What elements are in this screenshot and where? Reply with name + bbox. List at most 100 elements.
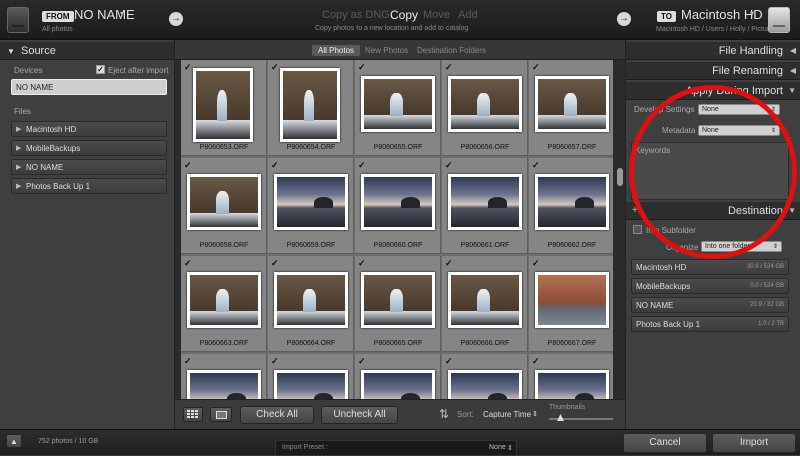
photo-checkbox[interactable]: ✓: [184, 356, 192, 367]
photo-cell[interactable]: ✓ P8060665.ORF: [355, 256, 441, 352]
photo-checkbox[interactable]: ✓: [358, 258, 366, 269]
import-button[interactable]: Import: [712, 433, 796, 453]
source-drive-icon[interactable]: [7, 7, 29, 33]
photo-cell[interactable]: ✓ P8060656.ORF: [442, 60, 528, 156]
photo-thumbnail[interactable]: [448, 272, 522, 328]
grid-view-icon[interactable]: [183, 407, 203, 422]
destination-header[interactable]: +. Destination ▼: [626, 202, 800, 220]
photo-thumbnail[interactable]: [535, 272, 609, 328]
mode-copy[interactable]: Copy: [390, 8, 418, 22]
photo-thumbnail[interactable]: [187, 174, 261, 230]
source-name[interactable]: NO NAME: [74, 7, 135, 22]
photo-cell[interactable]: ✓ P8060666.ORF: [442, 256, 528, 352]
apply-during-import-header[interactable]: Apply During Import ▼: [626, 82, 800, 100]
photo-checkbox[interactable]: ✓: [184, 258, 192, 269]
mode-move[interactable]: Move: [423, 9, 450, 21]
mode-copy-dng[interactable]: Copy as DNG: [322, 9, 390, 21]
photo-checkbox[interactable]: ✓: [532, 356, 540, 367]
photo-thumbnail[interactable]: [274, 174, 348, 230]
photo-thumbnail[interactable]: [535, 174, 609, 230]
destination-item[interactable]: NO NAME 20.9 / 32 GB: [631, 297, 789, 313]
destination-item[interactable]: Photos Back Up 1 1.0 / 2 TB: [631, 316, 789, 332]
photo-checkbox[interactable]: ✓: [532, 160, 540, 171]
file-item-macintosh-hd[interactable]: ▶ Macintosh HD: [11, 121, 167, 137]
file-item-mobilebackups[interactable]: ▶ MobileBackups: [11, 140, 167, 156]
photo-thumbnail[interactable]: [187, 272, 261, 328]
sort-dropdown-icon[interactable]: ⇕: [532, 410, 538, 418]
destination-item[interactable]: MobileBackups 0.0 / 524 GB: [631, 278, 789, 294]
photo-thumbnail[interactable]: [448, 76, 522, 132]
source-dropdown-icon[interactable]: ▾: [120, 9, 124, 18]
file-handling-header[interactable]: File Handling ◀: [626, 42, 800, 60]
photo-cell[interactable]: ✓ P8060659.ORF: [268, 158, 354, 254]
sort-select[interactable]: Capture Time: [483, 410, 531, 419]
check-all-button[interactable]: Check All: [240, 406, 314, 424]
develop-settings-select[interactable]: None ⇕: [698, 104, 780, 115]
photo-thumbnail[interactable]: [274, 272, 348, 328]
add-folder-icon[interactable]: +.: [632, 202, 641, 220]
photo-thumbnail[interactable]: [448, 370, 522, 399]
photo-thumbnail[interactable]: [361, 370, 435, 399]
source-panel-header[interactable]: ▼ Source: [0, 42, 174, 60]
photo-cell[interactable]: ✓ P8060653.ORF: [181, 60, 267, 156]
photo-cell[interactable]: ✓ P8060667.ORF: [529, 256, 613, 352]
collapse-up-icon[interactable]: ▲: [6, 434, 22, 448]
tab-new-photos[interactable]: New Photos: [359, 45, 414, 56]
photo-checkbox[interactable]: ✓: [358, 356, 366, 367]
sort-az-icon[interactable]: ⇅: [439, 407, 449, 421]
destination-drive-icon[interactable]: [768, 7, 790, 33]
photo-cell[interactable]: ✓: [529, 354, 613, 399]
organize-select[interactable]: Into one folder ⇕: [701, 241, 782, 252]
file-item-no-name[interactable]: ▶ NO NAME: [11, 159, 167, 175]
photo-checkbox[interactable]: ✓: [445, 356, 453, 367]
photo-cell[interactable]: ✓ P8060658.ORF: [181, 158, 267, 254]
photo-cell[interactable]: ✓: [442, 354, 528, 399]
keywords-field[interactable]: Keywords: [631, 142, 789, 200]
device-no-name[interactable]: NO NAME: [11, 79, 167, 95]
photo-cell[interactable]: ✓ P8060655.ORF: [355, 60, 441, 156]
photo-thumbnail[interactable]: [535, 76, 609, 132]
photo-thumbnail[interactable]: [193, 68, 253, 142]
photo-checkbox[interactable]: ✓: [445, 160, 453, 171]
photo-cell[interactable]: ✓: [268, 354, 354, 399]
photo-cell[interactable]: ✓ P8060663.ORF: [181, 256, 267, 352]
loupe-view-icon[interactable]: [210, 407, 232, 422]
photo-cell[interactable]: ✓: [355, 354, 441, 399]
photo-checkbox[interactable]: ✓: [532, 258, 540, 269]
uncheck-all-button[interactable]: Uncheck All: [321, 406, 398, 424]
eject-checkbox[interactable]: ✓: [96, 65, 105, 74]
mode-add[interactable]: Add: [458, 9, 478, 21]
photo-thumbnail[interactable]: [274, 370, 348, 399]
file-item-photos-back-up-1[interactable]: ▶ Photos Back Up 1: [11, 178, 167, 194]
photo-checkbox[interactable]: ✓: [184, 160, 192, 171]
photo-thumbnail[interactable]: [187, 370, 261, 399]
photo-cell[interactable]: ✓ P8060660.ORF: [355, 158, 441, 254]
file-renaming-header[interactable]: File Renaming ◀: [626, 62, 800, 80]
photo-thumbnail[interactable]: [361, 272, 435, 328]
destination-item[interactable]: Macintosh HD 30.9 / 524 GB: [631, 259, 789, 275]
photo-cell[interactable]: ✓ P8060664.ORF: [268, 256, 354, 352]
photo-checkbox[interactable]: ✓: [445, 258, 453, 269]
photo-cell[interactable]: ✓: [181, 354, 267, 399]
photo-checkbox[interactable]: ✓: [358, 160, 366, 171]
photo-thumbnail[interactable]: [361, 174, 435, 230]
tab-all-photos[interactable]: All Photos: [312, 45, 361, 56]
photo-checkbox[interactable]: ✓: [445, 62, 453, 73]
into-subfolder-checkbox[interactable]: [633, 225, 642, 234]
photo-cell[interactable]: ✓ P8060657.ORF: [529, 60, 613, 156]
cancel-button[interactable]: Cancel: [623, 433, 707, 453]
photo-checkbox[interactable]: ✓: [184, 62, 192, 73]
photo-thumbnail[interactable]: [361, 76, 435, 132]
metadata-select[interactable]: None ⇕: [698, 125, 780, 136]
photo-checkbox[interactable]: ✓: [271, 160, 279, 171]
grid-scrollbar[interactable]: [615, 60, 625, 399]
photo-checkbox[interactable]: ✓: [532, 62, 540, 73]
tab-destination-folders[interactable]: Destination Folders: [411, 45, 492, 56]
photo-checkbox[interactable]: ✓: [271, 356, 279, 367]
scrollbar-thumb[interactable]: [617, 168, 623, 186]
photo-checkbox[interactable]: ✓: [271, 62, 279, 73]
photo-checkbox[interactable]: ✓: [271, 258, 279, 269]
photo-cell[interactable]: ✓ P8060654.ORF: [268, 60, 354, 156]
destination-dropdown-icon[interactable]: ▾: [750, 9, 754, 18]
photo-cell[interactable]: ✓ P8060661.ORF: [442, 158, 528, 254]
